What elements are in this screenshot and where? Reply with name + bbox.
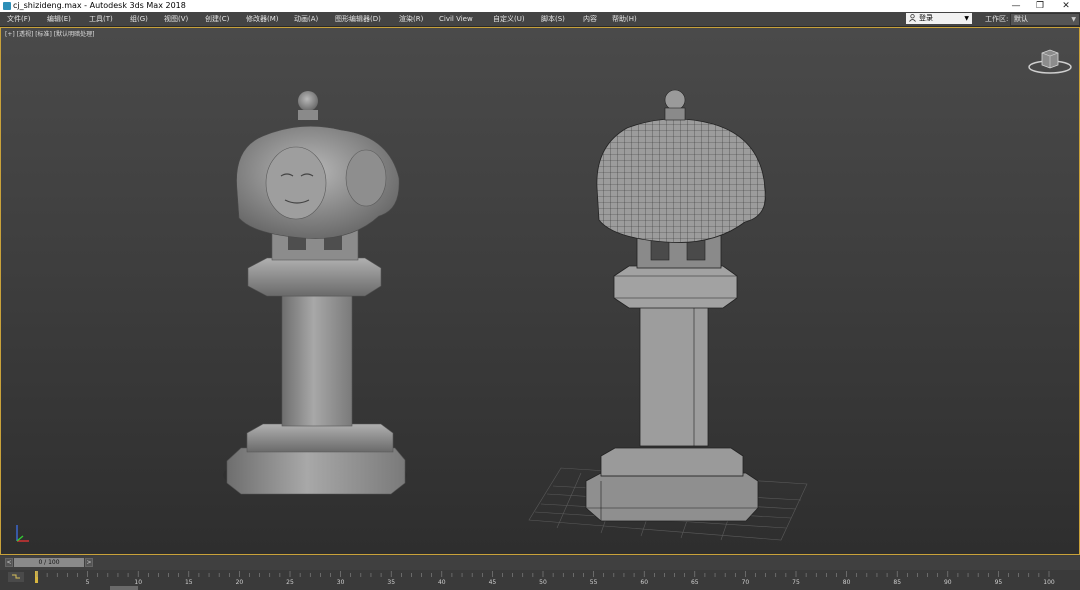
viewcube-icon[interactable] (1027, 48, 1073, 78)
menu-civil-view[interactable]: Civil View (439, 14, 473, 24)
next-frame-button[interactable]: > (85, 558, 93, 567)
scene-render (223, 89, 808, 541)
menu-views[interactable]: 视图(V) (164, 14, 188, 24)
track-tick-label: 100 (1043, 579, 1055, 586)
sign-in-dropdown[interactable]: 登录 ▼ (906, 13, 972, 24)
time-marker (35, 571, 38, 583)
sign-in-label: 登录 (919, 14, 933, 22)
restore-button[interactable]: ❐ (1028, 0, 1052, 12)
track-tick-label: 45 (489, 579, 497, 586)
menu-graph-editors[interactable]: 图形编辑器(D) (335, 14, 381, 24)
app-icon (3, 2, 11, 10)
track-tick-label: 30 (337, 579, 345, 586)
prev-frame-button[interactable]: < (5, 558, 13, 567)
track-tick-label: 60 (640, 579, 648, 586)
track-tick-label: 95 (995, 579, 1003, 586)
workspace-label: 工作区: (985, 15, 1009, 23)
workspace-value: 默认 (1014, 15, 1028, 23)
menu-scripting[interactable]: 脚本(S) (541, 14, 565, 24)
menu-create[interactable]: 创建(C) (205, 14, 229, 24)
track-tick-label: 90 (944, 579, 952, 586)
track-tick-label: 10 (134, 579, 142, 586)
menu-content[interactable]: 内容 (583, 14, 597, 24)
track-tick-label: 5 (86, 579, 90, 586)
menu-file[interactable]: 文件(F) (7, 14, 31, 24)
time-slider-thumb[interactable]: 0 / 100 (14, 558, 84, 567)
track-tick-label: 75 (792, 579, 800, 586)
menu-tools[interactable]: 工具(T) (89, 14, 113, 24)
menu-help[interactable]: 帮助(H) (612, 14, 637, 24)
track-tick-label: 25 (286, 579, 294, 586)
chevron-down-icon: ▼ (1071, 16, 1076, 23)
track-tick-label: 85 (893, 579, 901, 586)
track-tick-label: 55 (590, 579, 598, 586)
track-tick-label: 65 (691, 579, 699, 586)
axis-tripod-icon (16, 525, 29, 542)
wireframe-lantern-model (528, 89, 808, 541)
track-tick-label: 50 (539, 579, 547, 586)
track-tick-label: 20 (236, 579, 244, 586)
menu-edit[interactable]: 编辑(E) (47, 14, 71, 24)
track-tick-label: 15 (185, 579, 193, 586)
perspective-viewport[interactable]: [+] [透视] [标准] [默认明暗处理] (0, 27, 1080, 555)
title-bar: cj_shizideng.max - Autodesk 3ds Max 2018… (0, 0, 1080, 12)
track-tick-label: 35 (387, 579, 395, 586)
viewport-label-menu[interactable]: [+] [透视] [标准] [默认明暗处理] (5, 31, 94, 39)
menu-group[interactable]: 组(G) (130, 14, 148, 24)
menu-modifiers[interactable]: 修改器(M) (246, 14, 279, 24)
track-tick-label: 40 (438, 579, 446, 586)
user-icon (909, 14, 916, 22)
chevron-down-icon: ▼ (964, 15, 969, 22)
workspace-select[interactable]: 默认 ▼ (1010, 13, 1080, 26)
track-tick-label: 70 (742, 579, 750, 586)
minimize-button[interactable]: — (1004, 0, 1028, 12)
menu-rendering[interactable]: 渲染(R) (399, 14, 423, 24)
menu-bar: 文件(F) 编辑(E) 工具(T) 组(G) 视图(V) 创建(C) 修改器(M… (0, 12, 1080, 27)
track-tick-label: 80 (843, 579, 851, 586)
menu-customize[interactable]: 自定义(U) (493, 14, 525, 24)
menu-animation[interactable]: 动画(A) (294, 14, 318, 24)
window-title: cj_shizideng.max - Autodesk 3ds Max 2018 (13, 1, 186, 10)
time-slider[interactable]: < 0 / 100 > (0, 556, 1080, 570)
close-button[interactable]: ✕ (1054, 0, 1078, 12)
track-bar[interactable]: 5 10 15 20 25 30 35 40 45 50 55 60 65 70 75 80 85 90 95 100 (0, 570, 1080, 590)
track-bar-ruler: 5 10 15 20 25 30 35 40 45 50 55 60 65 70 75 80 85 90 95 100 (0, 570, 1080, 590)
sculpted-lantern-model (223, 91, 407, 495)
